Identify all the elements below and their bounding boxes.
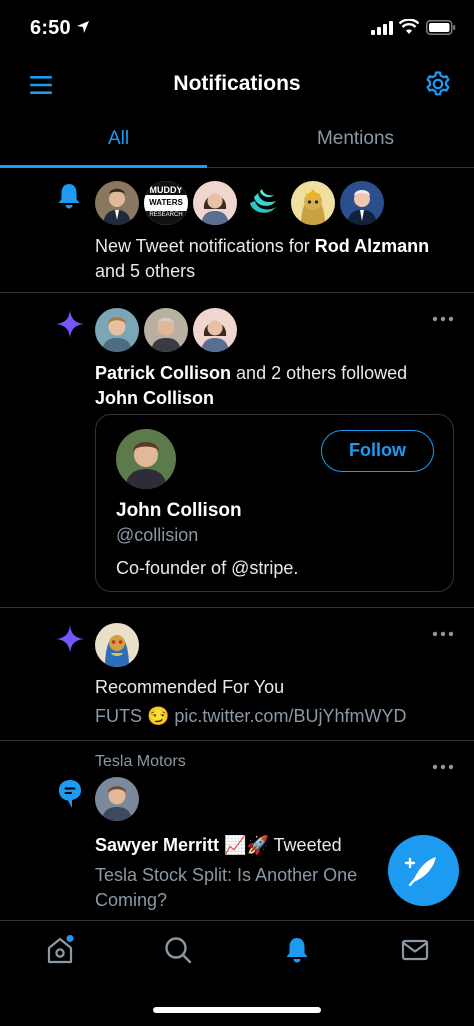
avatar[interactable] xyxy=(95,777,139,821)
home-indicator[interactable] xyxy=(153,1007,321,1013)
notification-follow[interactable]: Patrick Collison and 2 others followed J… xyxy=(0,293,474,608)
logo-text-3: RESEARCH xyxy=(149,212,183,218)
card-handle: @collision xyxy=(116,525,199,545)
sparkle-icon xyxy=(56,310,84,338)
mail-icon[interactable] xyxy=(400,935,430,965)
bell-icon[interactable] xyxy=(282,935,312,965)
user-name[interactable]: Patrick Collison xyxy=(95,363,231,383)
gear-icon[interactable] xyxy=(424,70,452,98)
wifi-icon xyxy=(399,19,419,34)
compose-tweet-button[interactable] xyxy=(388,835,459,906)
status-bar: 6:50 xyxy=(0,0,474,56)
notification-text: New Tweet notifications for Rod Alzmann … xyxy=(95,234,455,284)
user-name[interactable]: Rod Alzmann xyxy=(315,236,429,256)
notification-text: Recommended For You xyxy=(95,677,285,697)
follow-button[interactable]: Follow xyxy=(321,430,434,472)
unread-dot xyxy=(66,935,74,942)
app-header: Notifications xyxy=(0,56,474,112)
signal-icon xyxy=(371,21,393,35)
avatar[interactable] xyxy=(340,181,384,225)
text-suffix: and 5 others xyxy=(95,261,196,281)
bell-icon xyxy=(58,184,80,209)
avatar-muddy-waters[interactable]: MUDDY WATERS RESEARCH xyxy=(144,181,188,225)
location-arrow-icon xyxy=(77,21,89,33)
avatar[interactable] xyxy=(291,181,335,225)
battery-icon xyxy=(426,20,456,35)
avatar[interactable] xyxy=(95,623,139,667)
user-name[interactable]: Sawyer Merritt 📈🚀 xyxy=(95,835,269,855)
avatar-group xyxy=(95,308,237,352)
avatar-group: MUDDY WATERS RESEARCH xyxy=(95,181,384,225)
card-bio: Co-founder of @stripe. xyxy=(116,558,299,578)
context-label: Tesla Motors xyxy=(95,753,186,770)
avatar[interactable] xyxy=(116,429,176,489)
avatar[interactable] xyxy=(95,308,139,352)
more-options-icon[interactable] xyxy=(432,631,454,637)
notification-recommended[interactable]: Recommended For You FUTS 😏 pic.twitter.c… xyxy=(0,608,474,741)
notification-tabs: All Mentions xyxy=(0,112,474,168)
text-mid: and 2 others followed xyxy=(231,363,408,383)
text-suffix: Tweeted xyxy=(268,835,342,855)
active-tab-indicator xyxy=(0,165,207,168)
notification-text: Patrick Collison and 2 others followed J… xyxy=(95,361,455,411)
status-time: 6:50 xyxy=(30,17,71,39)
avatar-group xyxy=(95,623,139,667)
sparkle-icon xyxy=(56,625,84,653)
page-title: Notifications xyxy=(173,72,301,95)
home-icon[interactable] xyxy=(45,935,75,965)
avatar[interactable] xyxy=(95,181,139,225)
more-options-icon[interactable] xyxy=(432,764,454,770)
user-card[interactable]: Follow John Collison @collision Co-found… xyxy=(95,414,454,592)
logo-text-1: MUDDY xyxy=(149,185,183,195)
text-prefix: New Tweet notifications for xyxy=(95,236,315,256)
avatar[interactable] xyxy=(193,181,237,225)
tweet-preview[interactable]: Tesla Stock Split: Is Another One Coming… xyxy=(95,863,385,913)
logo-text-2: WATERS xyxy=(149,198,183,207)
avatar-group xyxy=(95,777,139,821)
compose-feather-icon xyxy=(404,857,436,887)
search-icon[interactable] xyxy=(163,935,193,965)
tab-all[interactable]: All xyxy=(0,112,237,168)
avatar[interactable] xyxy=(193,308,237,352)
tweet-preview[interactable]: FUTS 😏 pic.twitter.com/BUjYhfmWYD xyxy=(95,704,406,729)
more-options-icon[interactable] xyxy=(432,316,454,322)
avatar[interactable] xyxy=(144,308,188,352)
tab-mentions[interactable]: Mentions xyxy=(237,112,474,168)
speech-bubble-icon xyxy=(59,780,81,808)
card-name[interactable]: John Collison xyxy=(116,500,242,522)
user-name[interactable]: John Collison xyxy=(95,388,214,408)
avatar[interactable] xyxy=(242,181,286,225)
notification-new-tweets[interactable]: MUDDY WATERS RESEARCH New Tweet notifica… xyxy=(0,169,474,293)
